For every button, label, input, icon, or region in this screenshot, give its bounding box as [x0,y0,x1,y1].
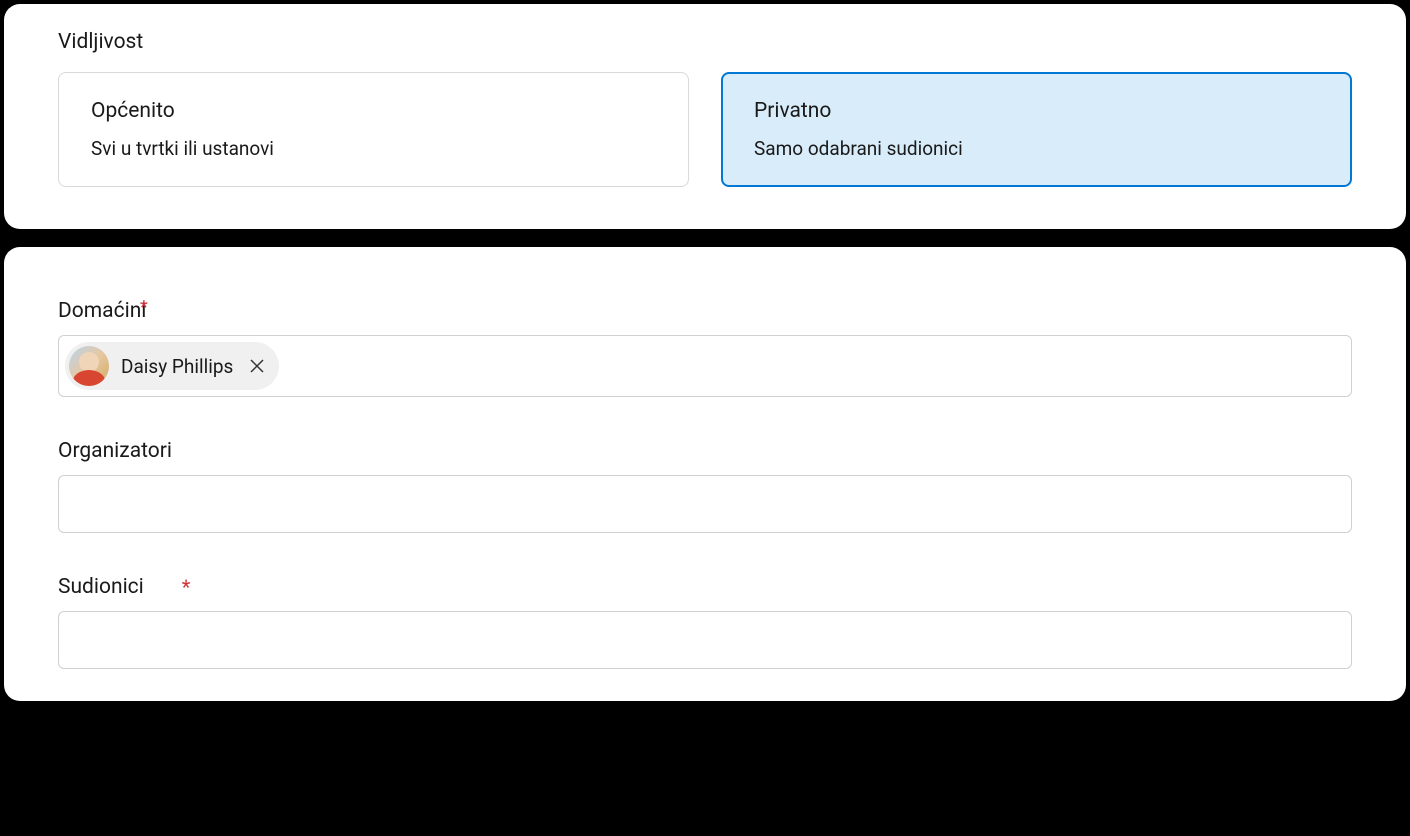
hosts-input[interactable]: Daisy Phillips [58,335,1352,397]
participants-input[interactable] [58,611,1352,669]
visibility-label: Vidljivost [58,30,1352,54]
required-indicator-icon: * [140,297,148,318]
close-icon[interactable] [247,356,267,376]
option-title: Općenito [91,99,656,123]
option-description: Samo odabrani sudionici [754,137,1319,160]
hosts-field-group: Domaćini * Daisy Phillips [58,299,1352,397]
participants-panel: Domaćini * Daisy Phillips Organizatori [4,247,1406,701]
participants-label-text: Sudionici [58,575,144,599]
visibility-option-private[interactable]: Privatno Samo odabrani sudionici [721,72,1352,187]
participants-label: Sudionici * [58,575,1352,599]
option-description: Svi u tvrtki ili ustanovi [91,137,656,160]
hosts-label-text: Domaćini [58,299,146,323]
option-title: Privatno [754,99,1319,123]
chip-name: Daisy Phillips [121,355,233,378]
organizers-label: Organizatori [58,439,1352,463]
visibility-options: Općenito Svi u tvrtki ili ustanovi Priva… [58,72,1352,187]
organizers-input[interactable] [58,475,1352,533]
organizers-field-group: Organizatori [58,439,1352,533]
avatar [69,346,109,386]
visibility-option-general[interactable]: Općenito Svi u tvrtki ili ustanovi [58,72,689,187]
participants-field-group: Sudionici * [58,575,1352,669]
visibility-panel: Vidljivost Općenito Svi u tvrtki ili ust… [4,4,1406,229]
person-chip: Daisy Phillips [65,342,279,390]
hosts-label: Domaćini * [58,299,1352,323]
required-indicator-icon: * [182,575,191,599]
